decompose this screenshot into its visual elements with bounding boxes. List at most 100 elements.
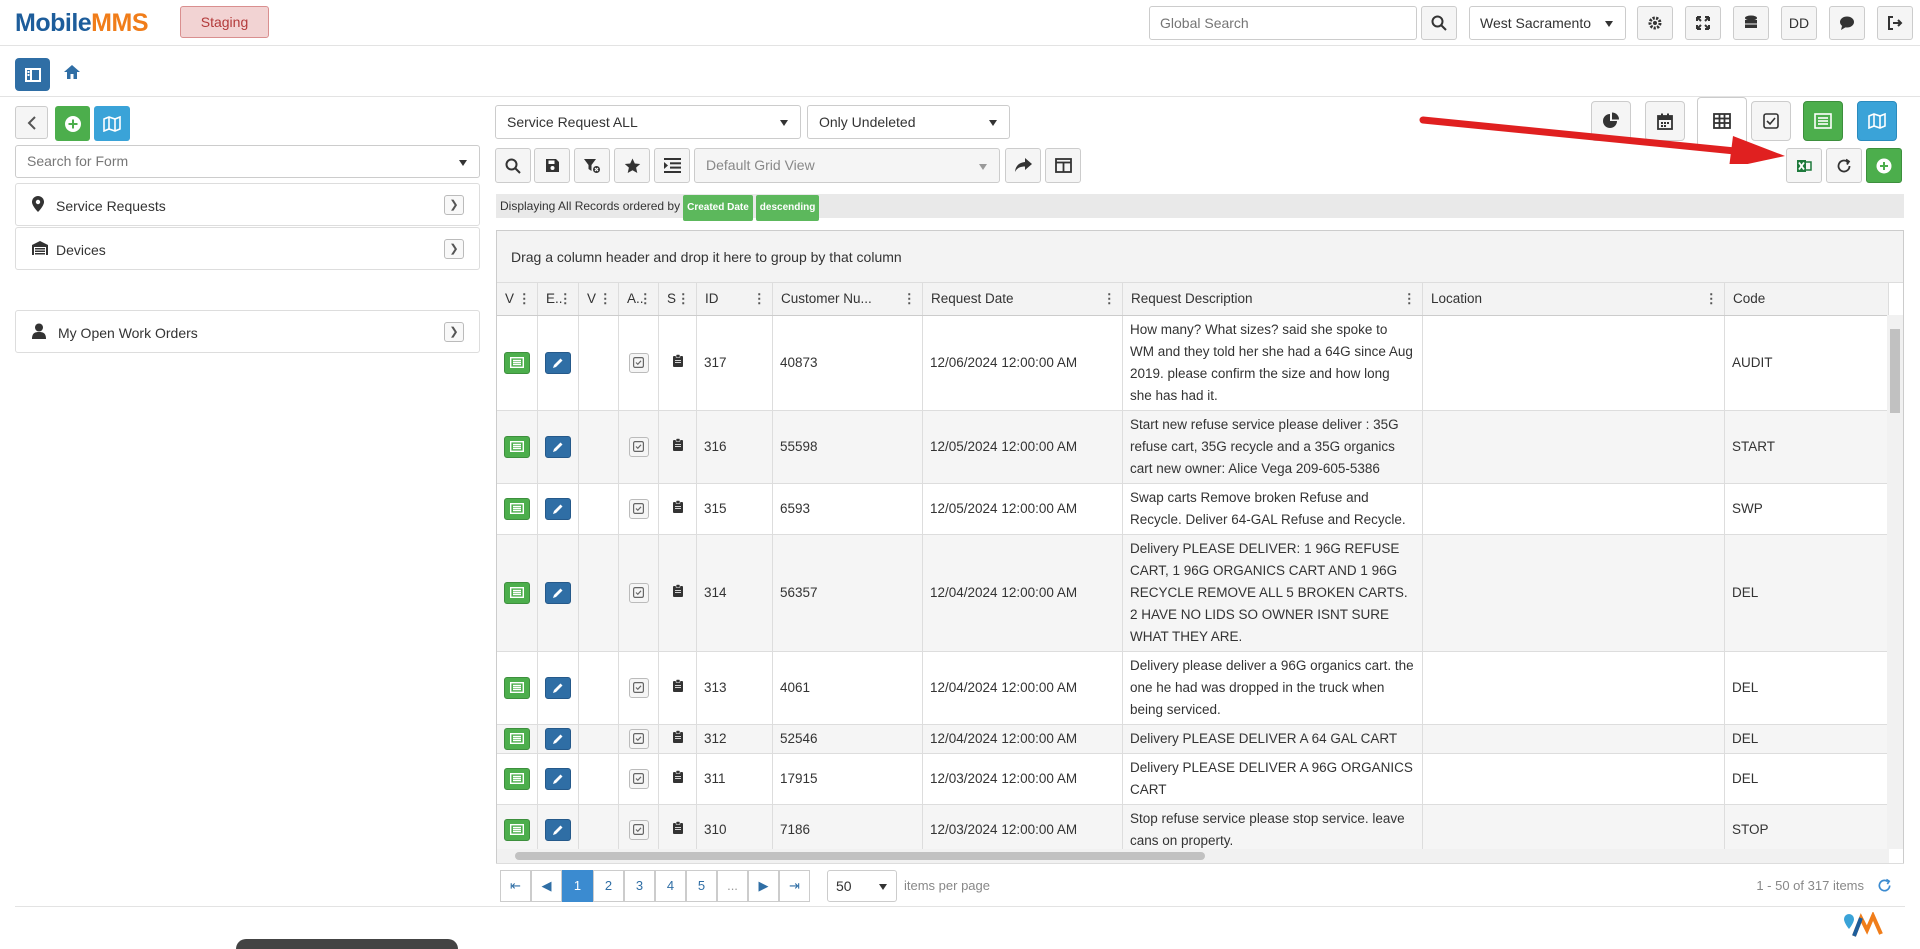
clipboard-button[interactable]	[672, 437, 683, 454]
clipboard-button[interactable]	[672, 769, 683, 786]
edit-record-button[interactable]	[545, 818, 571, 841]
page-button[interactable]: 4	[655, 870, 686, 902]
messages-button[interactable]	[1829, 6, 1865, 40]
column-header[interactable]: A.. ⋮	[618, 283, 659, 316]
clear-filter-button[interactable]	[574, 148, 610, 183]
toggle-sidebar-button[interactable]	[15, 58, 50, 91]
view-record-button[interactable]	[504, 676, 530, 699]
form-type-select[interactable]: Service Request ALL	[495, 105, 801, 139]
grid-search-button[interactable]	[495, 148, 531, 183]
first-page-button[interactable]: ⇤	[500, 870, 531, 902]
approve-button[interactable]	[628, 352, 649, 373]
page-size-select[interactable]: 50	[827, 870, 897, 902]
clipboard-button[interactable]	[672, 729, 683, 746]
column-header[interactable]: ID ⋮	[696, 283, 773, 316]
prev-page-button[interactable]: ◀	[531, 870, 562, 902]
view-record-button[interactable]	[504, 818, 530, 841]
horizontal-scrollbar[interactable]	[497, 849, 1889, 863]
logout-button[interactable]	[1877, 6, 1913, 40]
table-row[interactable]: 315 6593 12/05/2024 12:00:00 AM Swap carts …	[497, 483, 1889, 535]
column-header[interactable]: Code	[1724, 283, 1889, 316]
column-header[interactable]: Customer Nu... ⋮	[772, 283, 923, 316]
page-button[interactable]: 2	[593, 870, 624, 902]
location-select[interactable]: West Sacramento	[1469, 6, 1626, 40]
column-header[interactable]: V ⋮	[497, 283, 538, 316]
column-header[interactable]: Request Description ⋮	[1122, 283, 1423, 316]
chevron-right-icon[interactable]: ❯	[444, 322, 464, 342]
column-header[interactable]: Request Date ⋮	[922, 283, 1123, 316]
approve-button[interactable]	[628, 768, 649, 789]
form-search-select[interactable]: Search for Form	[15, 145, 480, 178]
edit-record-button[interactable]	[545, 351, 571, 374]
clipboard-button[interactable]	[672, 583, 683, 600]
map-view-button[interactable]	[94, 106, 130, 141]
favorite-button[interactable]	[614, 148, 650, 183]
group-drop-zone[interactable]: Drag a column header and drop it here to…	[497, 231, 1903, 283]
page-button[interactable]: 5	[686, 870, 717, 902]
column-header[interactable]: S ⋮	[658, 283, 697, 316]
clipboard-button[interactable]	[672, 678, 683, 695]
columns-button[interactable]	[1045, 148, 1081, 183]
table-row[interactable]: 312 52546 12/04/2024 12:00:00 AM Delivery P…	[497, 724, 1889, 754]
page-button[interactable]: 3	[624, 870, 655, 902]
next-page-button[interactable]: ▶	[748, 870, 779, 902]
view-record-button[interactable]	[504, 351, 530, 374]
edit-record-button[interactable]	[545, 727, 571, 750]
page-ellipsis[interactable]: ...	[717, 870, 748, 902]
sidebar-item-service-requests[interactable]: Service Requests ❯	[15, 183, 480, 226]
column-header[interactable]: Location ⋮	[1422, 283, 1725, 316]
app-logo[interactable]: MobileMMS	[15, 9, 148, 38]
sidebar-item-devices[interactable]: Devices ❯	[15, 227, 480, 270]
sidebar-item-my-open-work-orders[interactable]: My Open Work Orders ❯	[15, 310, 480, 353]
edit-record-button[interactable]	[545, 767, 571, 790]
add-form-button[interactable]	[55, 106, 90, 141]
approve-button[interactable]	[628, 677, 649, 698]
edit-record-button[interactable]	[545, 581, 571, 604]
add-record-button[interactable]	[1866, 148, 1902, 183]
deleted-filter-select[interactable]: Only Undeleted	[807, 105, 1010, 139]
view-record-button[interactable]	[504, 581, 530, 604]
edit-record-button[interactable]	[545, 497, 571, 520]
user-menu-button[interactable]: DD	[1781, 6, 1817, 40]
global-search-input[interactable]	[1149, 6, 1417, 40]
settings-button[interactable]	[1637, 6, 1673, 40]
floating-panel-tab[interactable]	[236, 939, 458, 949]
edit-record-button[interactable]	[545, 676, 571, 699]
table-row[interactable]: 313 4061 12/04/2024 12:00:00 AM Delivery pl…	[497, 651, 1889, 725]
approve-button[interactable]	[628, 498, 649, 519]
vertical-scrollbar[interactable]	[1887, 315, 1903, 849]
column-header[interactable]: V ⋮	[578, 283, 619, 316]
approve-button[interactable]	[628, 436, 649, 457]
save-view-button[interactable]	[534, 148, 570, 183]
last-page-button[interactable]: ⇥	[779, 870, 810, 902]
environment-badge[interactable]: Staging	[180, 6, 269, 38]
approve-button[interactable]	[628, 819, 649, 840]
table-row[interactable]: 314 56357 12/04/2024 12:00:00 AM Delivery P…	[497, 534, 1889, 652]
clipboard-button[interactable]	[672, 499, 683, 516]
export-excel-button[interactable]	[1786, 148, 1822, 183]
home-button[interactable]	[63, 64, 81, 83]
page-button[interactable]: 1	[562, 870, 593, 902]
approve-button[interactable]	[628, 582, 649, 603]
collapse-back-button[interactable]	[15, 106, 48, 139]
view-record-button[interactable]	[504, 767, 530, 790]
share-button[interactable]	[1005, 148, 1041, 183]
search-button[interactable]	[1421, 6, 1457, 40]
table-row[interactable]: 310 7186 12/03/2024 12:00:00 AM Stop refuse…	[497, 804, 1889, 856]
table-row[interactable]: 317 40873 12/06/2024 12:00:00 AM How many? …	[497, 315, 1889, 411]
refresh-button[interactable]	[1826, 148, 1862, 183]
view-record-button[interactable]	[504, 435, 530, 458]
refresh-icon[interactable]	[1877, 878, 1892, 893]
database-button[interactable]	[1733, 6, 1769, 40]
view-record-button[interactable]	[504, 727, 530, 750]
clipboard-button[interactable]	[672, 353, 683, 370]
table-row[interactable]: 316 55598 12/05/2024 12:00:00 AM Start new …	[497, 410, 1889, 484]
chevron-right-icon[interactable]: ❯	[444, 239, 464, 259]
view-record-button[interactable]	[504, 497, 530, 520]
tab-map[interactable]	[1857, 101, 1897, 141]
table-row[interactable]: 311 17915 12/03/2024 12:00:00 AM Delivery P…	[497, 753, 1889, 805]
column-header[interactable]: E.. ⋮	[537, 283, 579, 316]
chevron-right-icon[interactable]: ❯	[444, 195, 464, 215]
tab-forms[interactable]	[1803, 101, 1843, 141]
clipboard-button[interactable]	[672, 820, 683, 837]
